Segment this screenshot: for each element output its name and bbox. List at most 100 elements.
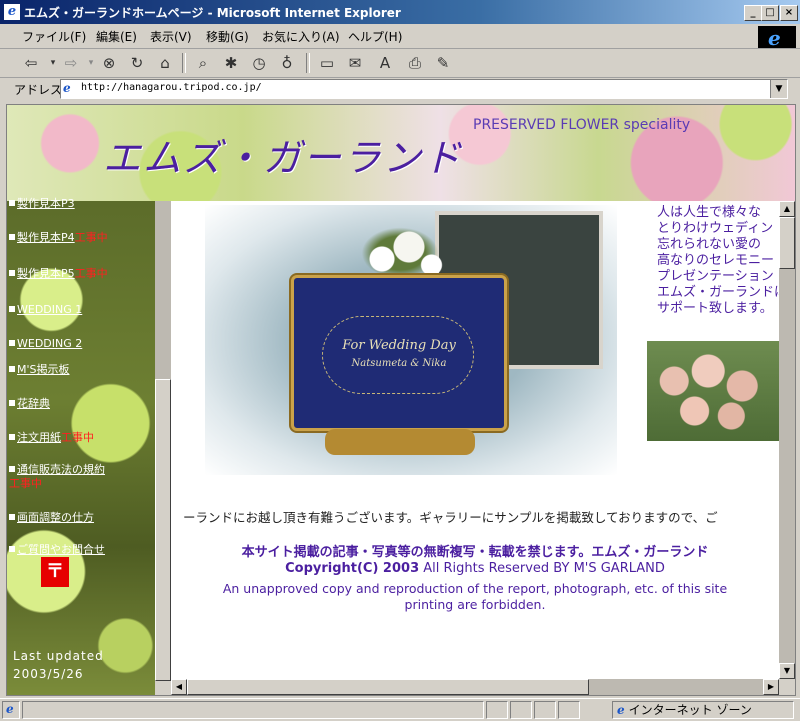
scroll-down-icon[interactable]: ▼ <box>779 663 795 679</box>
nav-contact[interactable]: ご質問やお問合せ <box>9 541 105 557</box>
minimize-button[interactable]: _ <box>744 5 762 21</box>
intro-line: エムズ・ガーランドは <box>657 285 779 300</box>
menu-view[interactable]: 表示(V) <box>150 28 192 45</box>
last-updated: Last updated 2003/5/26 <box>13 647 104 683</box>
refresh-icon[interactable]: ↻ <box>126 52 148 74</box>
main-horizontal-scrollbar[interactable]: ◀ ▶ <box>171 679 779 695</box>
scroll-right-icon[interactable]: ▶ <box>763 679 779 695</box>
side-scroll-thumb[interactable] <box>155 379 171 681</box>
nav-screen-adjust[interactable]: 画面調整の仕方 <box>9 509 94 525</box>
menu-help[interactable]: ヘルプ(H) <box>348 28 402 45</box>
font-icon[interactable]: A <box>374 52 396 74</box>
board-line-1: For Wedding Day <box>342 338 456 353</box>
intro-line: プレゼンテーション <box>657 269 774 284</box>
menu-file[interactable]: ファイル(F) <box>22 28 86 45</box>
nav-sample-p3[interactable]: 製作見本P3 <box>9 195 75 211</box>
speciality-caption: PRESERVED FLOWER speciality <box>473 117 691 133</box>
status-message <box>22 701 484 719</box>
english-notice-line-1: An unapproved copy and reproduction of t… <box>222 581 728 596</box>
toolbar: ⇦ ▾ ⇨ ▾ ⊗ ↻ ⌂ ⌕ ✱ ◷ ♁ ▭ ✉ A ⎙ ✎ <box>0 49 800 78</box>
vertical-scroll-thumb[interactable] <box>779 217 795 269</box>
wedding-board-photo: For Wedding Day Natsumeta & Nika <box>205 205 617 475</box>
channels-icon[interactable]: ♁ <box>276 52 298 74</box>
fullscreen-icon[interactable]: ▭ <box>316 52 338 74</box>
status-cell <box>510 701 532 719</box>
postbox-icon[interactable]: 〒 <box>41 557 69 587</box>
nav-bbs[interactable]: M'S掲示板 <box>9 361 70 377</box>
intro-line: サポート致します。 <box>657 301 773 316</box>
page-viewport: エムズ・ガーランド PRESERVED FLOWER speciality 製作… <box>6 104 796 696</box>
print-icon[interactable]: ⎙ <box>404 52 426 74</box>
stop-icon[interactable]: ⊗ <box>98 52 120 74</box>
side-frame: 製作見本P3 製作見本P4工事中 製作見本P5工事中 WEDDING 1 WED… <box>7 197 155 695</box>
site-logo: エムズ・ガーランド <box>103 136 464 180</box>
security-zone: e インターネット ゾーン <box>612 701 794 719</box>
last-updated-label: Last updated <box>13 649 104 663</box>
header-banner: エムズ・ガーランド PRESERVED FLOWER speciality <box>7 105 795 201</box>
welcome-board: For Wedding Day Natsumeta & Nika <box>291 275 507 431</box>
copyright-line: Copyright(C) 2003 All Rights Reserved BY… <box>171 561 779 576</box>
nav-flower-dictionary[interactable]: 花辞典 <box>9 395 50 411</box>
status-bar: e e インターネット ゾーン <box>0 698 800 721</box>
address-bar: アドレス e http://hanagarou.tripod.co.jp/ ▼ <box>0 78 800 100</box>
ie-logo-icon: e <box>758 26 796 50</box>
home-icon[interactable]: ⌂ <box>154 52 176 74</box>
nav-wedding-2[interactable]: WEDDING 2 <box>9 337 82 350</box>
mail-icon[interactable]: ✉ <box>344 52 366 74</box>
main-vertical-scrollbar[interactable]: ▲ ▼ <box>779 201 795 679</box>
intro-line: 人は人生で様々な <box>657 205 762 220</box>
address-url[interactable]: http://hanagarou.tripod.co.jp/ <box>81 82 262 93</box>
search-icon[interactable]: ⌕ <box>192 52 214 74</box>
status-cell <box>534 701 556 719</box>
nav-sample-p5[interactable]: 製作見本P5工事中 <box>9 265 108 281</box>
back-icon[interactable]: ⇦ <box>20 52 42 74</box>
horizontal-scroll-thumb[interactable] <box>187 679 589 695</box>
window-title: エムズ・ガーランドホームページ - Microsoft Internet Exp… <box>24 6 401 20</box>
status-cell <box>558 701 580 719</box>
side-scrollbar[interactable] <box>155 201 171 695</box>
history-icon[interactable]: ◷ <box>248 52 270 74</box>
ie-page-icon: e <box>4 4 20 20</box>
forward-icon[interactable]: ⇨ <box>60 52 82 74</box>
address-label: アドレス <box>14 83 63 97</box>
zone-label: インターネット ゾーン <box>628 703 752 717</box>
maximize-button[interactable]: □ <box>761 5 779 21</box>
menu-favorites[interactable]: お気に入り(A) <box>262 28 340 45</box>
nav-mail-order-terms[interactable]: 通信販売法の規約 工事中 <box>9 463 105 491</box>
nav-order-form[interactable]: 注文用紙工事中 <box>9 429 94 445</box>
intro-line: 高なりのセレモニー <box>657 253 775 268</box>
copy-prohibited-notice: 本サイト掲載の記事・写真等の無断複写・転載を禁じます。エムズ・ガーランド <box>241 545 709 560</box>
nav-wedding-1[interactable]: WEDDING 1 <box>9 303 82 316</box>
page-icon: e <box>63 81 71 95</box>
scroll-up-icon[interactable]: ▲ <box>779 201 795 217</box>
last-updated-date: 2003/5/26 <box>13 667 84 681</box>
menu-edit[interactable]: 編集(E) <box>96 28 137 45</box>
toolbar-separator <box>306 53 310 73</box>
internet-zone-icon: e <box>617 703 625 717</box>
scrollbar-corner <box>779 679 795 695</box>
english-notice-line-2: printing are forbidden. <box>404 597 546 612</box>
board-line-2: Natsumeta & Nika <box>351 358 447 369</box>
close-button[interactable]: × <box>780 5 798 21</box>
intro-text: 人は人生で様々な とりわけウェディン 忘れられない愛の 高なりのセレモニー プレ… <box>657 205 779 317</box>
copyright-owner: All Rights Reserved BY M'S GARLAND <box>419 561 665 576</box>
menu-bar: ファイル(F) 編集(E) 表示(V) 移動(G) お気に入り(A) ヘルプ(H… <box>0 24 800 50</box>
status-page-icon: e <box>2 701 20 719</box>
intro-line: とりわけウェディン <box>657 221 774 236</box>
edit-icon[interactable]: ✎ <box>432 52 454 74</box>
main-frame: For Wedding Day Natsumeta & Nika 人は人生で様々… <box>171 201 779 679</box>
copyright-year: Copyright(C) 2003 <box>285 561 420 576</box>
address-input[interactable]: e http://hanagarou.tripod.co.jp/ ▼ <box>60 79 788 99</box>
side-scroll-track[interactable] <box>155 201 171 379</box>
board-ornament <box>322 316 474 394</box>
white-flowers <box>355 223 445 283</box>
menu-go[interactable]: 移動(G) <box>206 28 249 45</box>
favorites-icon[interactable]: ✱ <box>220 52 242 74</box>
welcome-marquee: ーランドにお越し頂き有難うございます。ギャラリーにサンプルを掲載致しておりますの… <box>183 510 718 525</box>
address-dropdown-icon[interactable]: ▼ <box>770 80 787 98</box>
toolbar-separator <box>182 53 186 73</box>
scroll-left-icon[interactable]: ◀ <box>171 679 187 695</box>
status-cell <box>486 701 508 719</box>
title-bar: e エムズ・ガーランドホームページ - Microsoft Internet E… <box>0 0 800 24</box>
nav-sample-p4[interactable]: 製作見本P4工事中 <box>9 229 108 245</box>
